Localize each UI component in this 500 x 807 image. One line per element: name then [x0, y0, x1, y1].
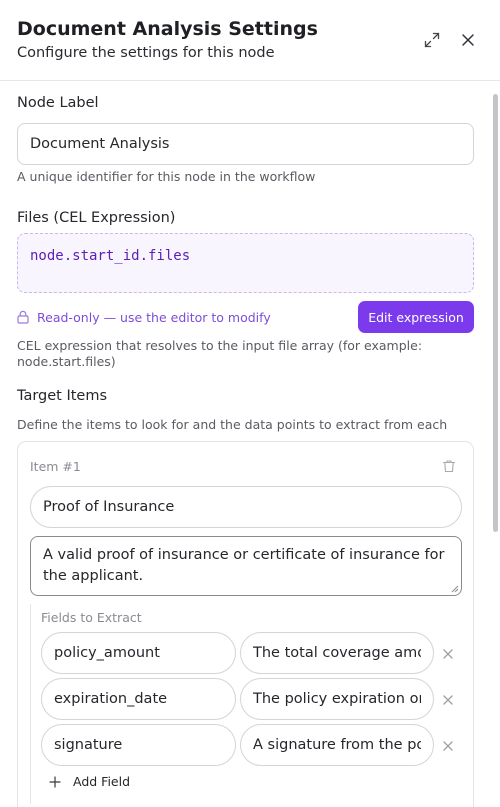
field-description-input[interactable] — [240, 678, 434, 720]
edit-expression-button[interactable]: Edit expression — [358, 301, 474, 333]
panel-subtitle: Configure the settings for this node — [17, 45, 275, 61]
trash-icon — [442, 460, 456, 473]
x-icon — [443, 741, 453, 751]
panel-header: Document Analysis Settings Configure the… — [0, 0, 500, 81]
field-name-input[interactable] — [41, 678, 236, 720]
field-row — [41, 724, 465, 766]
add-field-label: Add Field — [73, 774, 131, 789]
field-description-input[interactable] — [240, 632, 434, 674]
resize-grip-icon[interactable] — [451, 585, 459, 593]
delete-item-button[interactable] — [442, 458, 458, 474]
add-field-button[interactable]: Add Field — [49, 774, 130, 789]
cel-expression-code: node.start_id.files — [30, 248, 191, 264]
fields-heading: Fields to Extract — [41, 610, 142, 625]
x-icon — [443, 695, 453, 705]
field-name-input[interactable] — [41, 632, 236, 674]
item-name-input[interactable] — [30, 486, 462, 528]
item-description-text: A valid proof of insurance or certificat… — [43, 547, 445, 584]
node-label-input[interactable] — [17, 123, 474, 165]
field-row — [41, 678, 465, 720]
close-icon — [462, 34, 474, 46]
files-help-line-2: node.start.files) — [17, 354, 116, 369]
readonly-note: Read-only — use the editor to modify — [17, 309, 271, 325]
remove-field-button[interactable] — [442, 737, 458, 753]
plus-icon — [49, 775, 61, 788]
remove-field-button[interactable] — [442, 691, 458, 707]
files-heading: Files (CEL Expression) — [17, 210, 176, 226]
expand-button[interactable] — [420, 28, 444, 52]
field-name-input[interactable] — [41, 724, 236, 766]
lock-icon — [17, 310, 29, 324]
field-description-input[interactable] — [240, 724, 434, 766]
close-button[interactable] — [456, 28, 480, 52]
item-card: Item #1 A valid proof of insurance or ce… — [17, 441, 474, 807]
node-label-heading: Node Label — [17, 95, 99, 111]
target-items-heading: Target Items — [17, 388, 108, 404]
fields-section: Fields to Extract Add Field — [30, 604, 462, 804]
files-help-line-1: CEL expression that resolves to the inpu… — [17, 338, 423, 353]
remove-field-button[interactable] — [442, 645, 458, 661]
field-row — [41, 632, 465, 674]
scrollbar[interactable] — [491, 84, 500, 807]
expand-icon — [424, 32, 440, 48]
panel-title: Document Analysis Settings — [17, 18, 318, 40]
x-icon — [443, 649, 453, 659]
item-description-textarea[interactable]: A valid proof of insurance or certificat… — [30, 536, 462, 596]
item-number: Item #1 — [30, 459, 81, 474]
readonly-text: Read-only — use the editor to modify — [37, 309, 271, 325]
target-items-help: Define the items to look for and the dat… — [17, 417, 448, 432]
scrollbar-thumb[interactable] — [493, 94, 498, 532]
cel-expression-box: node.start_id.files — [17, 233, 474, 293]
node-label-help: A unique identifier for this node in the… — [17, 169, 316, 184]
